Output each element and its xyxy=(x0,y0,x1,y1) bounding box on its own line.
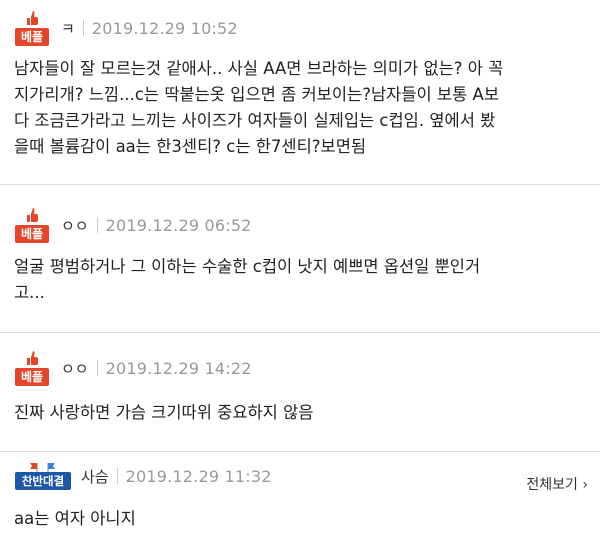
author-nickname[interactable]: ㅇㅇ xyxy=(61,358,89,379)
comment-date: 2019.12.29 14:22 xyxy=(105,358,252,378)
comment-body: 진짜 사랑하면 가슴 크기따위 중요하지 않음 xyxy=(14,400,586,426)
thumbs-up-icon xyxy=(27,208,38,222)
divider xyxy=(96,360,98,376)
comment-line: 을때 볼륨감이 aa는 한3센티? c는 한7센티?보면됨 xyxy=(14,137,367,156)
comment-line: 지가리개? 느낌...c는 딱붙는옷 입으면 좀 커보이는?남자들이 보통 A보 xyxy=(14,85,500,104)
author-nickname[interactable]: ㅋ xyxy=(61,18,75,39)
comment-header: 찬반대결 사슴 2019.12.29 11:32 xyxy=(15,462,272,490)
comment-date: 2019.12.29 10:52 xyxy=(91,18,238,38)
debate-label: 찬반대결 xyxy=(15,472,71,490)
best-label: 베플 xyxy=(15,225,49,243)
comment-date: 2019.12.29 06:52 xyxy=(105,215,252,235)
comment-line: aa는 여자 아니지 xyxy=(14,509,136,528)
comment-header: 베플 ㅇㅇ 2019.12.29 14:22 xyxy=(15,350,252,386)
comment-line: 얼굴 평범하거나 그 이하는 수술한 c컵이 낫지 예쁘면 옵션일 뿐인거 xyxy=(14,257,481,276)
author-nickname[interactable]: ㅇㅇ xyxy=(61,215,89,236)
comment-header: 베플 ㅋ 2019.12.29 10:52 xyxy=(15,10,238,46)
comment-item: 베플 ㅇㅇ 2019.12.29 06:52 얼굴 평범하거나 그 이하는 수술… xyxy=(0,185,600,333)
comment-item: 찬반대결 사슴 2019.12.29 11:32 전체보기 › aa는 여자 아… xyxy=(0,452,600,547)
author-nickname[interactable]: 사슴 xyxy=(81,466,109,487)
comment-body: 얼굴 평범하거나 그 이하는 수술한 c컵이 낫지 예쁘면 옵션일 뿐인거 고.… xyxy=(14,254,586,306)
comment-line: 다 조금큰가라고 느끼는 사이즈가 여자들이 실제입는 c컵임. 옆에서 봤 xyxy=(14,111,496,130)
comment-body: aa는 여자 아니지 xyxy=(14,506,586,532)
best-label: 베플 xyxy=(15,368,49,386)
thumbs-up-icon xyxy=(27,11,38,25)
best-badge: 베플 xyxy=(15,207,49,243)
comment-item: 베플 ㅇㅇ 2019.12.29 14:22 진짜 사랑하면 가슴 크기따위 중… xyxy=(0,333,600,452)
thumbs-up-icon xyxy=(27,351,38,365)
comment-date: 2019.12.29 11:32 xyxy=(125,466,272,486)
comment-line: 진짜 사랑하면 가슴 크기따위 중요하지 않음 xyxy=(14,403,314,422)
divider xyxy=(96,217,98,233)
comment-line: 남자들이 잘 모르는것 같애사.. 사실 AA면 브라하는 의미가 없는? 아 … xyxy=(14,59,504,78)
best-label: 베플 xyxy=(15,28,49,46)
divider xyxy=(82,20,84,36)
comment-line: 고... xyxy=(14,283,45,302)
divider xyxy=(116,468,118,484)
comment-body: 남자들이 잘 모르는것 같애사.. 사실 AA면 브라하는 의미가 없는? 아 … xyxy=(14,56,586,160)
debate-badge: 찬반대결 xyxy=(15,462,71,490)
view-all-link[interactable]: 전체보기 › xyxy=(526,474,588,494)
best-badge: 베플 xyxy=(15,350,49,386)
comment-header: 베플 ㅇㅇ 2019.12.29 06:52 xyxy=(15,207,252,243)
comment-item: 베플 ㅋ 2019.12.29 10:52 남자들이 잘 모르는것 같애사.. … xyxy=(0,0,600,185)
best-badge: 베플 xyxy=(15,10,49,46)
